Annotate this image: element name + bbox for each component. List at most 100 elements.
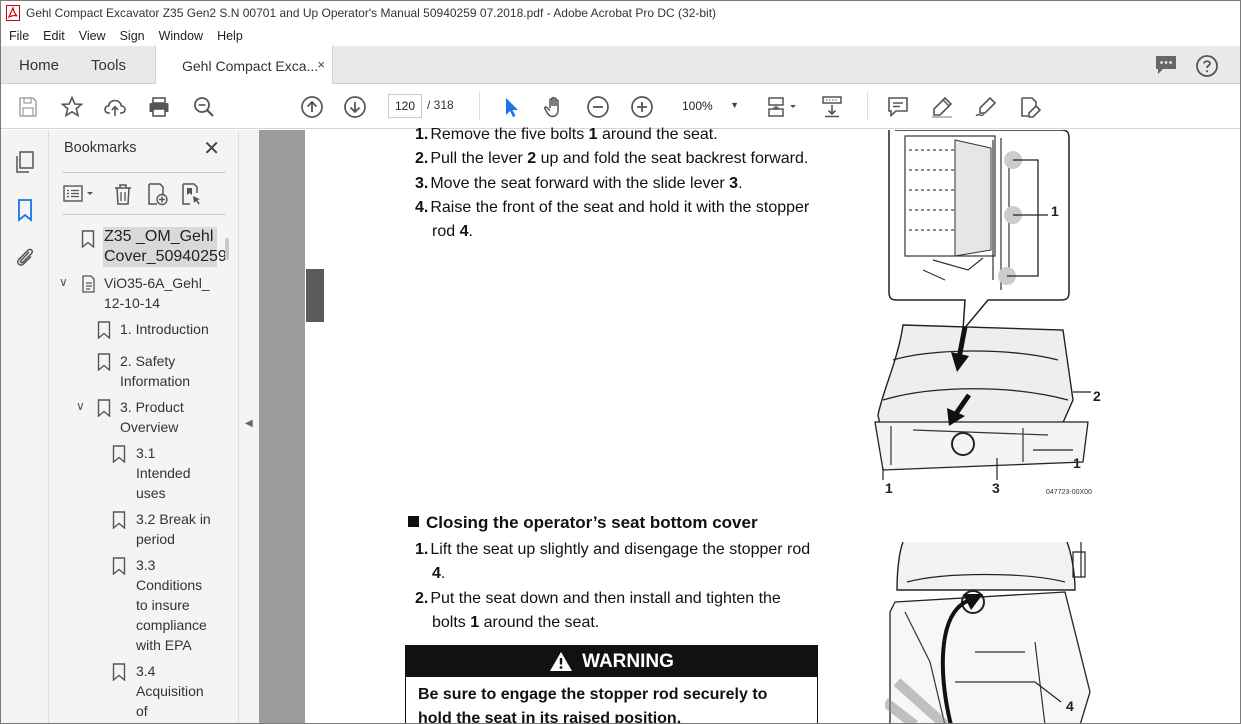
bookmark-label: Z35 _OM_Gehl [104,228,214,245]
square-bullet-icon [408,516,419,527]
upload-cloud-icon[interactable] [102,94,128,120]
step-text: Raise the front of the seat and hold it … [430,199,810,216]
divider [62,214,226,215]
step-text: around the seat. [597,126,718,143]
zoom-search-icon[interactable] [191,94,217,120]
callout-label: 1 [1051,203,1059,219]
bookmark-item-intended-uses[interactable]: 3.1 Intended uses [136,443,191,503]
bookmark-item-vio35[interactable]: ViO35-6A_Gehl_ 12-10-14 [104,273,210,313]
star-icon[interactable] [59,94,85,120]
bookmark-item-break-in-period[interactable]: 3.2 Break in period [136,509,211,549]
page-total: / 318 [427,98,454,112]
step-number: 3. [415,175,429,192]
step-text: . [738,175,743,192]
tab-bar: Home Tools Gehl Compact Exca... × [1,46,1240,85]
bookmark-label: ViO35-6A_Gehl_ [104,275,210,291]
step-ref: 2 [527,150,537,167]
attachment-paperclip-icon[interactable] [13,245,37,269]
edit-pdf-icon[interactable] [1017,94,1043,120]
bookmark-label: to insure [136,597,190,613]
toolbar-separator [479,92,480,120]
menu-window[interactable]: Window [151,29,209,43]
comment-bubble-icon[interactable] [1154,54,1178,76]
bookmark-label: Information [120,373,191,389]
bookmarks-header: Bookmarks [64,140,137,156]
scroll-mode-icon[interactable] [819,94,845,120]
new-bookmark-icon[interactable] [146,182,168,206]
step-put-seat-down: 2. Put the seat down and then install and… [415,587,781,635]
bookmark-label: 12-10-14 [104,295,161,311]
seat-closing-illustration [885,542,1091,723]
callout-label: 1 [1073,455,1081,471]
help-icon[interactable] [1195,54,1219,78]
bookmark-item-introduction[interactable]: 1. Introduction [120,319,209,339]
tab-document[interactable]: Gehl Compact Exca... × [155,46,333,85]
zoom-level-select[interactable]: 100% ▼ [673,94,745,118]
save-icon[interactable] [15,94,41,120]
step-number: 1. [415,126,429,143]
menu-file[interactable]: File [1,29,35,43]
title-bar: Gehl Compact Excavator Z35 Gen2 S.N 0070… [1,1,1240,25]
bookmark-icon [97,321,111,339]
bookmark-label: Acquisition [136,683,204,699]
bookmark-options-icon[interactable] [62,182,100,206]
bookmark-icon [112,557,126,575]
previous-page-icon[interactable] [299,94,325,120]
select-arrow-icon[interactable] [498,94,524,120]
hand-tool-icon[interactable] [541,94,567,120]
bookmark-search-icon[interactable] [180,182,202,206]
bookmark-item-product-overview[interactable]: 3. Product Overview [120,397,184,437]
step-text: up and fold the seat backrest forward. [536,150,809,167]
highlight-pen-icon[interactable] [929,94,955,120]
next-page-icon[interactable] [342,94,368,120]
chevron-down-icon[interactable]: ∨ [76,399,85,413]
bookmark-label: 3.1 [136,445,156,461]
page-thumbnails-icon[interactable] [13,150,37,174]
document-outline-icon [82,275,95,293]
page-number-input[interactable]: 120 [388,94,422,118]
bookmark-item-acquisition[interactable]: 3.4 Acquisition of [136,661,204,721]
bookmark-label: Overview [120,419,179,435]
delete-bookmark-icon[interactable] [112,182,134,206]
step-ref: 1 [470,614,480,631]
chevron-down-icon[interactable]: ∨ [59,275,68,289]
step-raise-seat: 4. Raise the front of the seat and hold i… [415,196,809,244]
page-display-icon[interactable] [764,94,802,120]
callout-label: 3 [992,480,1000,496]
page-margin [259,130,305,723]
comment-icon[interactable] [885,94,911,120]
bookmark-scrollbar-thumb[interactable] [225,238,229,260]
callout-label: 4 [1066,698,1074,714]
fill-sign-icon[interactable] [973,94,999,120]
bookmark-label: Cover_50940259 [104,248,227,265]
bookmark-icon [97,353,111,371]
step-number: 4. [415,199,429,216]
close-panel-icon[interactable]: ✕ [203,136,220,161]
seat-opening-illustration [874,130,1091,480]
step-move-seat: 3. Move the seat forward with the slide l… [415,172,743,196]
menu-bar: File Edit View Sign Window Help [1,25,1240,46]
toolbar-separator [867,92,868,120]
bookmark-item-epa-compliance[interactable]: 3.3 Conditions to insure compliance with… [136,555,207,655]
bookmark-item-safety[interactable]: 2. Safety Information [120,351,190,391]
bookmark-item-cover[interactable]: Z35 _OM_Gehl Cover_50940259 [103,227,227,267]
bookmark-panel-icon[interactable] [13,198,37,222]
menu-view[interactable]: View [71,29,112,43]
bookmark-label: Conditions [136,577,203,593]
zoom-out-icon[interactable] [585,94,611,120]
tab-document-label: Gehl Compact Exca... [182,57,319,74]
page-edge-tab [306,269,324,322]
panel-collapse-handle[interactable]: ◀ [239,130,259,723]
warning-triangle-icon [550,652,573,671]
tab-tools[interactable]: Tools [91,46,126,84]
zoom-in-icon[interactable] [629,94,655,120]
warning-header: WARNING [406,646,817,677]
menu-sign[interactable]: Sign [112,29,151,43]
print-icon[interactable] [146,94,172,120]
bookmark-label: period [136,531,175,547]
tab-close-icon[interactable]: × [317,57,325,72]
menu-edit[interactable]: Edit [35,29,71,43]
tab-home[interactable]: Home [19,46,59,84]
bookmark-icon [112,511,126,529]
menu-help[interactable]: Help [209,29,249,43]
